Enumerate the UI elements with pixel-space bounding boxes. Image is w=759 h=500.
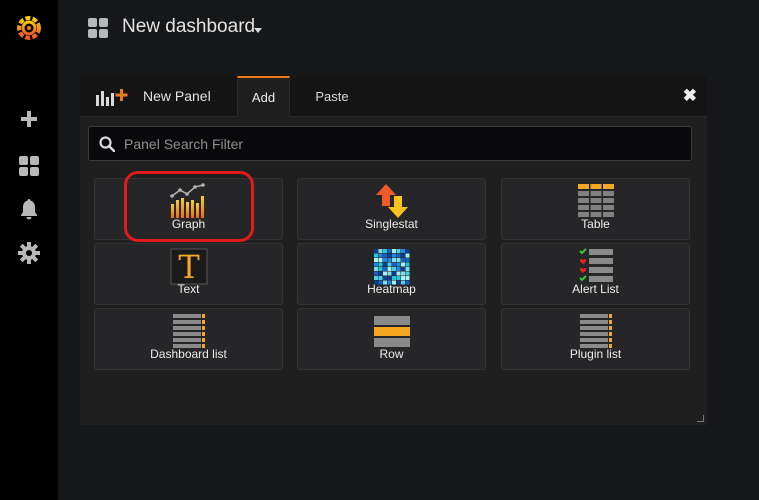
gear-icon[interactable] — [0, 242, 58, 264]
panel-search — [88, 126, 692, 161]
panel-type-label: Text — [177, 282, 200, 296]
panel-type-label: Plugin list — [569, 347, 622, 361]
panel-type-dashboard-list[interactable]: Dashboard list — [94, 308, 283, 370]
resize-handle[interactable] — [697, 415, 704, 422]
add-panel: New Panel Add Paste ✖ Graph — [80, 76, 707, 425]
panel-type-text[interactable]: T Text — [94, 243, 283, 305]
dashboard-title[interactable]: New dashboard — [122, 16, 255, 38]
bell-icon[interactable] — [0, 198, 58, 220]
panel-type-label: Table — [581, 217, 610, 231]
panel-type-plugin-list[interactable]: Plugin list — [501, 308, 690, 370]
panel-type-label: Graph — [171, 217, 206, 231]
close-icon[interactable]: ✖ — [683, 86, 697, 106]
plus-icon[interactable] — [0, 110, 58, 128]
panel-type-row[interactable]: Row — [297, 308, 486, 370]
dashboards-icon[interactable] — [87, 17, 109, 44]
tab-paste[interactable]: Paste — [302, 76, 362, 116]
panel-type-singlestat[interactable]: Singlestat — [297, 178, 486, 240]
panel-title: New Panel — [143, 88, 211, 104]
svg-text:T: T — [178, 248, 200, 285]
panel-type-table[interactable]: Table — [501, 178, 690, 240]
new-panel-icon — [96, 87, 130, 112]
panel-header: New Panel Add Paste ✖ — [80, 76, 707, 117]
panel-type-alert-list[interactable]: Alert List — [501, 243, 690, 305]
search-icon — [99, 136, 116, 157]
panel-type-heatmap[interactable]: Heatmap — [297, 243, 486, 305]
panel-search-input[interactable] — [124, 127, 684, 160]
grafana-logo-icon[interactable] — [0, 13, 58, 43]
panel-type-graph[interactable]: Graph — [94, 178, 283, 240]
tab-add[interactable]: Add — [237, 76, 290, 117]
sidebar — [0, 0, 58, 500]
caret-down-icon[interactable] — [254, 28, 262, 33]
panel-type-label: Heatmap — [367, 282, 416, 296]
panel-type-label: Alert List — [572, 282, 619, 296]
dashboards-icon[interactable] — [0, 155, 58, 177]
panel-type-label: Singlestat — [365, 217, 418, 231]
panel-type-label: Row — [379, 347, 404, 361]
panel-type-label: Dashboard list — [150, 347, 227, 361]
